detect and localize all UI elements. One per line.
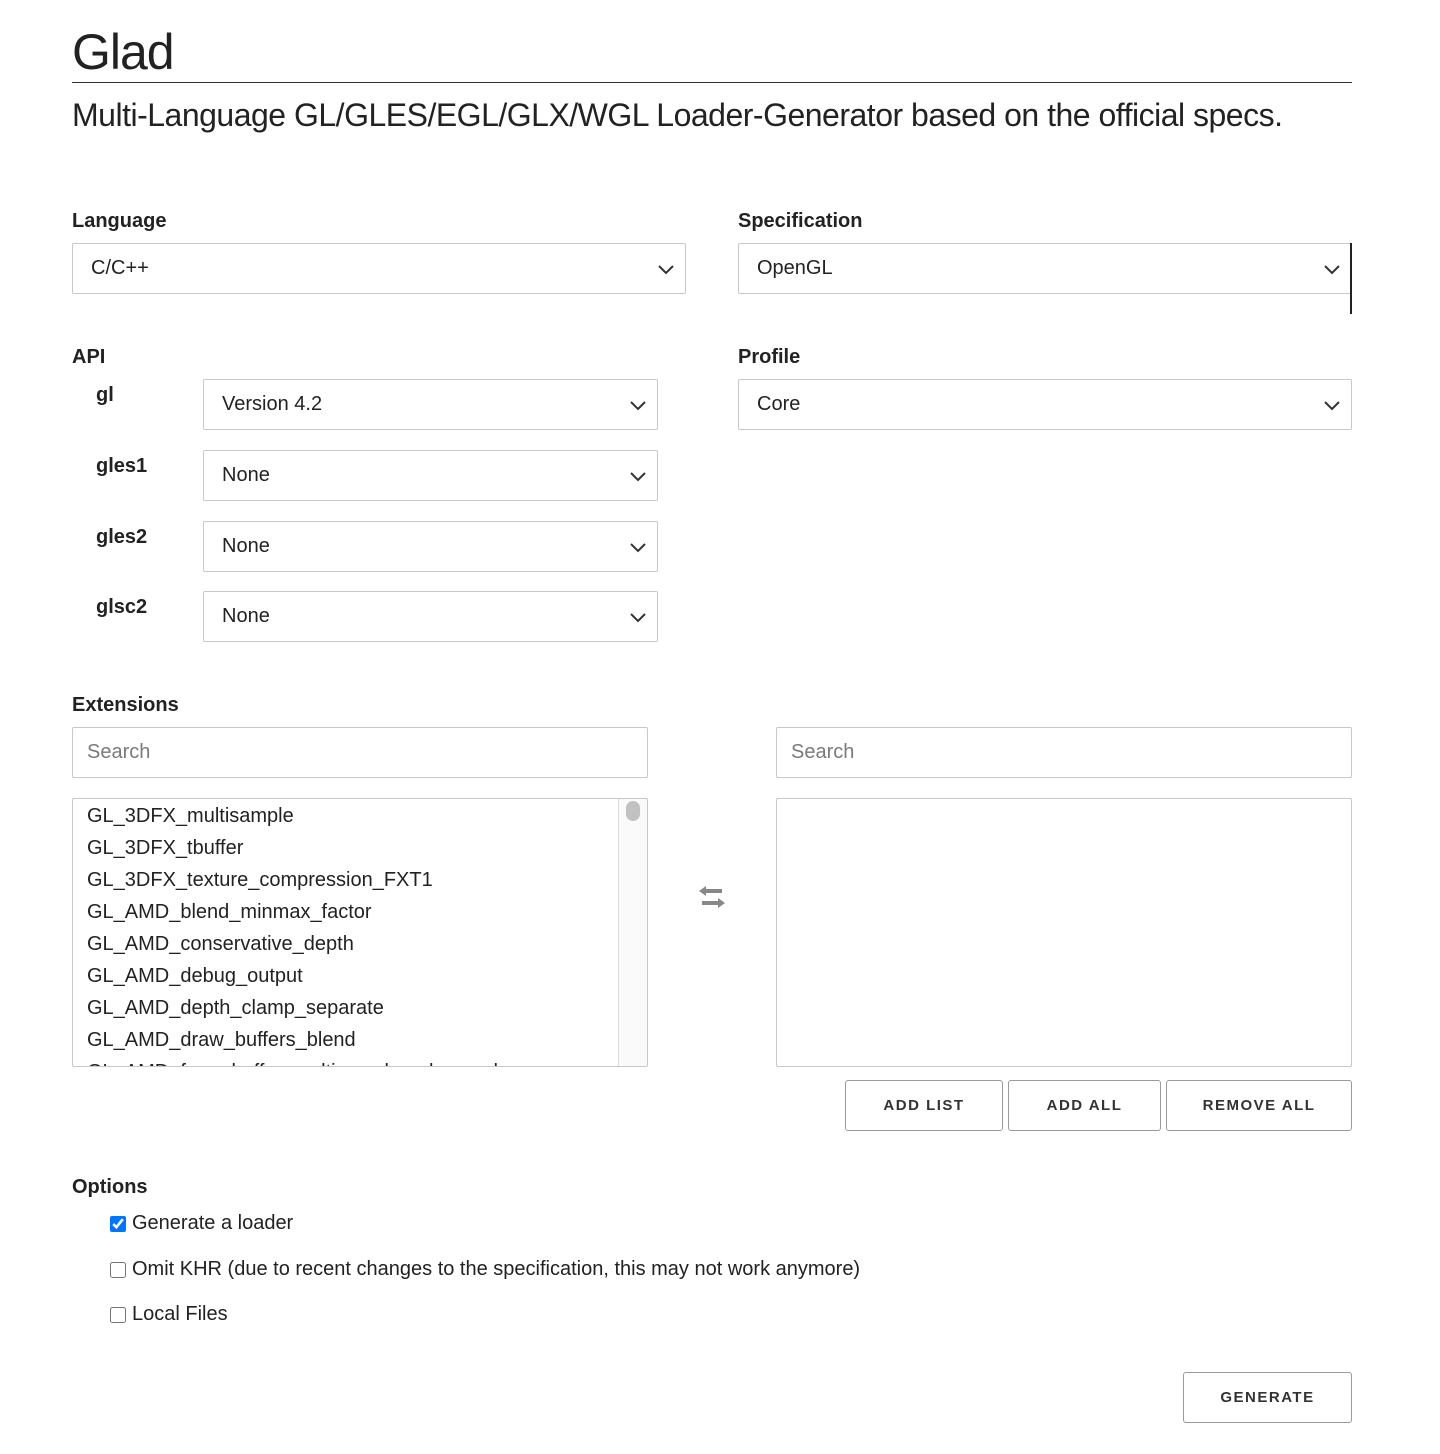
chevron-down-icon [630, 542, 646, 552]
option-generate-loader[interactable]: Generate a loader [110, 1212, 293, 1235]
chevron-down-icon [630, 400, 646, 410]
extension-list-item[interactable]: GL_AMD_debug_output [73, 960, 647, 992]
add-all-button[interactable]: ADD ALL [1008, 1080, 1161, 1131]
list-scrollbar[interactable] [618, 799, 647, 1066]
omit-khr-checkbox[interactable] [110, 1261, 126, 1278]
api-glsc2-value: None [222, 605, 270, 627]
chevron-down-icon [630, 471, 646, 481]
generate-loader-checkbox[interactable] [110, 1215, 126, 1232]
chevron-down-icon [1324, 264, 1340, 274]
profile-select-value: Core [757, 393, 801, 415]
generate-button[interactable]: GENERATE [1183, 1372, 1352, 1423]
option-label: Generate a loader [132, 1212, 294, 1234]
api-gl-value: Version 4.2 [222, 393, 323, 415]
add-list-button[interactable]: ADD LIST [845, 1080, 1003, 1131]
extension-list-item[interactable]: GL_3DFX_tbuffer [73, 832, 647, 864]
extension-list-item[interactable]: GL_3DFX_multisample [73, 800, 647, 832]
api-name-glsc2: glsc2 [96, 596, 148, 618]
specification-label: Specification [738, 210, 863, 232]
api-gles1-select[interactable]: None [203, 450, 658, 501]
api-gl-select[interactable]: Version 4.2 [203, 379, 658, 430]
option-label: Omit KHR (due to recent changes to the s… [132, 1258, 861, 1280]
title-divider [72, 82, 1352, 83]
remove-all-button[interactable]: REMOVE ALL [1166, 1080, 1352, 1131]
selected-extensions-search-input[interactable] [776, 727, 1352, 778]
api-glsc2-select[interactable]: None [203, 591, 658, 642]
option-omit-khr[interactable]: Omit KHR (due to recent changes to the s… [110, 1258, 860, 1281]
page-title: Glad [72, 24, 175, 80]
option-label: Local Files [132, 1303, 228, 1325]
scrollbar-thumb[interactable] [626, 801, 640, 821]
options-label: Options [72, 1176, 148, 1198]
profile-select[interactable]: Core [738, 379, 1352, 430]
api-label: API [72, 346, 106, 368]
profile-label: Profile [738, 346, 801, 368]
available-extensions-search-input[interactable] [72, 727, 648, 778]
api-gles2-select[interactable]: None [203, 521, 658, 572]
selected-extensions-list[interactable] [776, 798, 1352, 1067]
extension-list-item[interactable]: GL_AMD_depth_clamp_separate [73, 992, 647, 1024]
extension-list-item[interactable]: GL_AMD_conservative_depth [73, 928, 647, 960]
available-extensions-list[interactable]: GL_3DFX_multisample GL_3DFX_tbuffer GL_3DF… [72, 798, 648, 1067]
api-name-gles1: gles1 [96, 455, 148, 477]
swap-arrows-icon[interactable] [696, 884, 728, 910]
text-cursor [1350, 243, 1352, 314]
extensions-label: Extensions [72, 694, 179, 716]
extension-list-item[interactable]: GL_AMD_blend_minmax_factor [73, 896, 647, 928]
page-subtitle: Multi-Language GL/GLES/EGL/GLX/WGL Loade… [72, 97, 1283, 133]
extension-list-item[interactable]: GL_AMD_draw_buffers_blend [73, 1024, 647, 1056]
specification-select[interactable]: OpenGL [738, 243, 1352, 294]
language-select-value: C/C++ [91, 257, 149, 279]
extension-list-item[interactable]: GL_3DFX_texture_compression_FXT1 [73, 864, 647, 896]
chevron-down-icon [658, 264, 674, 274]
extension-list-item[interactable]: GL_AMD_framebuffer_multisample_advanced [73, 1056, 647, 1066]
api-name-gles2: gles2 [96, 526, 148, 548]
api-gles1-value: None [222, 464, 270, 486]
api-gles2-value: None [222, 535, 270, 557]
api-name-gl: gl [96, 384, 114, 406]
local-files-checkbox[interactable] [110, 1306, 126, 1323]
specification-select-value: OpenGL [757, 257, 833, 279]
option-local-files[interactable]: Local Files [110, 1303, 228, 1326]
language-label: Language [72, 210, 167, 232]
chevron-down-icon [1324, 400, 1340, 410]
language-select[interactable]: C/C++ [72, 243, 686, 294]
chevron-down-icon [630, 612, 646, 622]
